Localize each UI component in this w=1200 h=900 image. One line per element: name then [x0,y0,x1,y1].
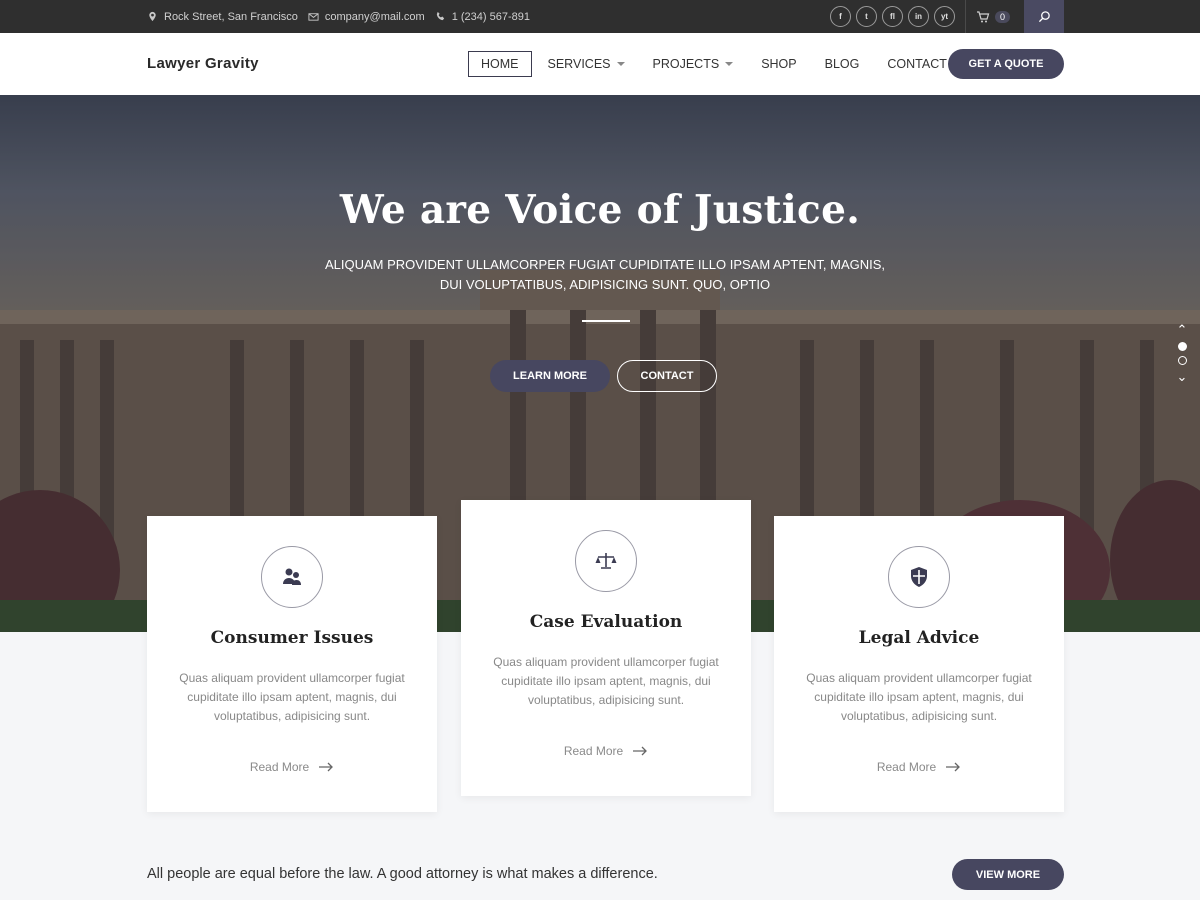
get-quote-button[interactable]: GET A QUOTE [948,49,1064,79]
chevron-down-icon[interactable]: ⌄ [1175,370,1189,384]
email-text[interactable]: company@mail.com [325,11,425,23]
contact-button[interactable]: CONTACT [617,360,717,392]
chevron-down-icon [725,62,734,66]
card-title: Case Evaluation [529,612,683,632]
nav-blog-label: BLOG [824,57,860,71]
icon-circle [888,546,950,608]
arrow-right-icon [633,746,648,756]
nav-blog[interactable]: BLOG [813,51,872,77]
youtube-icon[interactable]: yt [934,6,955,27]
linkedin-icon[interactable]: in [908,6,929,27]
nav-services-label: SERVICES [547,57,611,71]
card-title: Legal Advice [858,628,980,648]
nav-projects[interactable]: PROJECTS [641,51,746,77]
top-bar: Rock Street, San Francisco company@mail.… [0,0,1200,33]
chevron-down-icon [616,62,625,66]
read-more-label: Read More [249,760,310,774]
main-nav: HOME SERVICES PROJECTS SHOP BLOG CONTACT [468,51,963,77]
contact-info: Rock Street, San Francisco company@mail.… [147,0,530,33]
address-text: Rock Street, San Francisco [164,10,298,23]
slider-navigation: ⌃ ⌄ [1175,323,1189,384]
phone-item[interactable]: 1 (234) 567-891 [435,11,530,23]
scales-icon [595,553,617,569]
tagline-text: All people are equal before the law. A g… [147,866,658,882]
facebook-icon[interactable]: f [830,6,851,27]
card-text: Quas aliquam provident ullamcorper fugia… [806,671,1032,723]
hero-divider [582,320,630,322]
read-more-label: Read More [563,744,624,758]
service-card-case-evaluation: Case Evaluation Quas aliquam provident u… [461,500,751,796]
card-text: Quas aliquam provident ullamcorper fugia… [179,671,405,723]
read-more-link[interactable]: Read More [461,744,751,758]
cart-count-badge: 0 [995,10,1011,23]
arrow-right-icon [946,762,961,772]
site-logo[interactable]: Lawyer Gravity [147,55,259,72]
slide-dot-2[interactable] [1177,356,1187,365]
site-header: Lawyer Gravity HOME SERVICES PROJECTS SH… [0,33,1200,95]
phone-text[interactable]: 1 (234) 567-891 [452,11,530,23]
address-item: Rock Street, San Francisco [147,11,298,23]
hero-title: We are Voice of Justice. [339,187,861,233]
slide-dot-1[interactable] [1177,342,1187,351]
search-button[interactable] [1024,0,1064,33]
twitter-icon[interactable]: t [856,6,877,27]
icon-circle [575,530,637,592]
nav-home[interactable]: HOME [468,51,532,77]
icon-circle [261,546,323,608]
nav-shop-label: SHOP [761,57,797,71]
chevron-up-icon[interactable]: ⌃ [1175,323,1189,337]
map-pin-icon [149,11,156,22]
phone-icon [436,11,444,21]
cart-icon [977,10,990,22]
read-more-label: Read More [876,760,937,774]
read-more-link[interactable]: Read More [774,760,1064,774]
card-title: Consumer Issues [210,628,374,648]
users-icon [283,568,301,585]
nav-contact[interactable]: CONTACT [875,51,959,77]
learn-more-button[interactable]: LEARN MORE [490,360,610,392]
nav-services[interactable]: SERVICES [536,51,637,77]
social-links: f t fl in yt [830,6,955,27]
nav-home-label: HOME [481,57,519,71]
topbar-divider [965,0,966,33]
nav-contact-label: CONTACT [887,57,947,71]
service-card-consumer-issues: Consumer Issues Quas aliquam provident u… [147,516,437,812]
read-more-link[interactable]: Read More [147,760,437,774]
search-icon [1038,11,1050,23]
arrow-right-icon [319,762,334,772]
mail-icon [308,13,319,21]
view-more-button[interactable]: VIEW MORE [952,859,1064,890]
email-item[interactable]: company@mail.com [308,11,425,23]
cart-button[interactable]: 0 [976,0,1011,33]
hero-subtitle: ALIQUAM PROVIDENT ULLAMCORPER FUGIAT CUP… [324,257,886,292]
service-card-legal-advice: Legal Advice Quas aliquam provident ulla… [774,516,1064,812]
flickr-icon[interactable]: fl [882,6,903,27]
nav-shop[interactable]: SHOP [749,51,808,77]
shield-icon [911,567,927,587]
nav-projects-label: PROJECTS [652,57,720,71]
card-text: Quas aliquam provident ullamcorper fugia… [493,655,719,707]
